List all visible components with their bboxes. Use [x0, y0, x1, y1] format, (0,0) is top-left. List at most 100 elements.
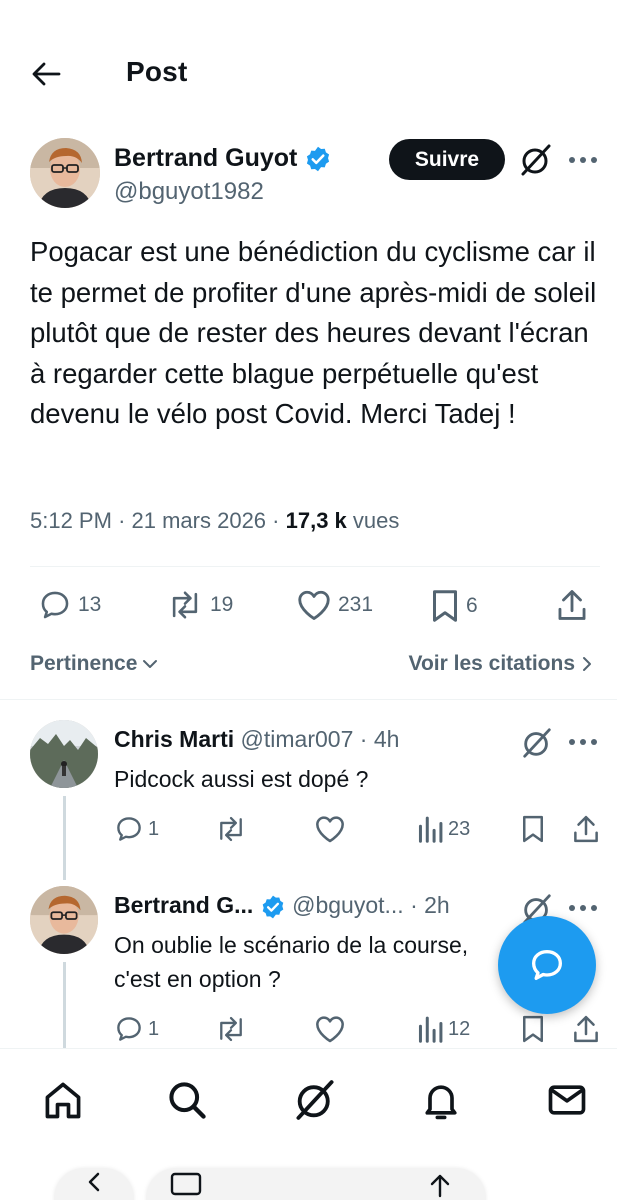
reply-header: Bertrand G... @bguyot... · 2h	[114, 892, 450, 920]
reply-author-handle[interactable]: @timar007	[241, 726, 354, 752]
nav-home[interactable]	[38, 1075, 88, 1125]
verified-icon	[307, 147, 330, 172]
bookmark-button[interactable]: 6	[430, 588, 478, 624]
views-count: 23	[448, 817, 471, 840]
reply-count: 1	[148, 1017, 160, 1040]
like-button[interactable]	[314, 1014, 346, 1044]
views-icon	[418, 1016, 443, 1043]
messages-icon	[548, 1085, 586, 1115]
reply-author-name[interactable]: Chris Marti	[114, 726, 234, 752]
reply-author-handle[interactable]: @bguyot...	[292, 892, 404, 918]
post-time: 5:12 PM	[30, 508, 112, 533]
reply-avatar[interactable]	[30, 720, 98, 788]
author-name-text: Bertrand Guyot	[114, 144, 298, 172]
like-count: 231	[338, 593, 374, 616]
reply-time[interactable]: 4h	[374, 726, 400, 752]
nav-notifications[interactable]	[416, 1075, 466, 1125]
home-icon	[45, 1082, 81, 1119]
meta-separator: ·	[272, 508, 286, 533]
share-button[interactable]	[572, 814, 600, 844]
repost-button[interactable]	[214, 814, 248, 844]
reply-count: 13	[78, 593, 102, 616]
grok-icon	[523, 728, 551, 758]
share-icon	[558, 590, 586, 620]
grok-icon	[296, 1080, 334, 1120]
repost-icon	[220, 1016, 242, 1042]
chevron-down-icon	[143, 660, 158, 668]
reply-separator: ·	[359, 726, 374, 752]
views-button[interactable]: 23	[416, 814, 470, 844]
grok-button[interactable]	[520, 726, 554, 760]
reply-avatar[interactable]	[30, 886, 98, 954]
meta-separator: ·	[118, 508, 132, 533]
follow-button[interactable]: Suivre	[389, 139, 505, 180]
repost-button[interactable]: 19	[166, 588, 233, 622]
like-icon	[316, 1016, 344, 1043]
author-handle[interactable]: @bguyot1982	[114, 178, 264, 206]
reply-icon	[117, 1017, 141, 1041]
bookmark-icon	[523, 815, 543, 843]
browser-back-pill[interactable]	[54, 1168, 134, 1200]
like-button[interactable]	[314, 814, 346, 844]
post-text: Pogacar est une bénédiction du cyclisme …	[30, 236, 597, 429]
repost-count: 19	[210, 593, 234, 616]
reply-actions: 1 23	[0, 814, 617, 854]
reply-icon	[41, 591, 69, 619]
reply-text: Pidcock aussi est dopé ?	[114, 766, 369, 792]
reply-icon	[117, 817, 141, 841]
bookmark-button[interactable]	[520, 1014, 546, 1044]
share-icon	[574, 1015, 598, 1043]
grok-icon	[521, 144, 551, 176]
browser-address-pill[interactable]	[146, 1168, 486, 1200]
browser-toolbar	[0, 1150, 617, 1200]
reply-count: 1	[148, 817, 160, 840]
post-meta: 5:12 PM · 21 mars 2026 · 17,3 k vues	[30, 508, 399, 534]
search-icon	[169, 1082, 206, 1119]
reply-button[interactable]: 1	[114, 1014, 159, 1044]
bookmark-button[interactable]	[520, 814, 546, 844]
like-button[interactable]: 231	[296, 588, 373, 622]
views-button[interactable]: 12	[416, 1014, 470, 1044]
nav-search[interactable]	[162, 1075, 212, 1125]
more-icon	[569, 739, 597, 745]
reply-button[interactable]: 1	[114, 814, 159, 844]
reply-button[interactable]: 13	[38, 588, 101, 622]
author-avatar[interactable]	[30, 138, 100, 208]
view-quotes-label: Voir les citations	[408, 652, 576, 675]
reply-time[interactable]: 2h	[424, 892, 450, 918]
more-icon	[569, 905, 597, 911]
share-icon	[574, 815, 598, 843]
sort-dropdown[interactable]: Pertinence	[30, 652, 160, 676]
repost-button[interactable]	[214, 1014, 248, 1044]
views-icon	[418, 816, 443, 843]
reply-author-name[interactable]: Bertrand G...	[114, 892, 253, 918]
bottom-navigation	[0, 1048, 617, 1148]
author-name[interactable]: Bertrand Guyot	[114, 144, 332, 173]
chevron-left-icon	[88, 1172, 100, 1192]
sort-label: Pertinence	[30, 652, 138, 675]
grok-button[interactable]	[518, 142, 554, 178]
reply-separator: ·	[410, 892, 425, 918]
back-arrow-icon	[32, 62, 61, 86]
reply-text: On oublie le scénario de la course, c'es…	[114, 932, 469, 992]
page-title: Post	[126, 56, 188, 87]
more-button[interactable]	[566, 896, 600, 920]
verified-icon	[262, 895, 283, 919]
repost-icon	[220, 816, 242, 842]
nav-messages[interactable]	[542, 1075, 592, 1125]
view-quotes-link[interactable]: Voir les citations	[409, 652, 596, 676]
nav-grok[interactable]	[290, 1075, 340, 1125]
top-header: Post	[0, 40, 617, 110]
more-button[interactable]	[566, 146, 600, 174]
reply-sort-row: Pertinence Voir les citations	[0, 648, 617, 688]
views-count[interactable]: 17,3 k	[286, 508, 347, 533]
back-button[interactable]	[26, 54, 66, 94]
bookmark-icon	[523, 1015, 543, 1043]
reply-header: Chris Marti @timar007 · 4h	[114, 726, 399, 753]
share-button[interactable]	[556, 588, 588, 622]
post-date[interactable]: 21 mars 2026	[132, 508, 267, 533]
share-button[interactable]	[572, 1014, 600, 1044]
post-actions: 13 19 231 6	[0, 580, 617, 640]
compose-reply-button[interactable]	[498, 916, 596, 1014]
more-button[interactable]	[566, 730, 600, 754]
